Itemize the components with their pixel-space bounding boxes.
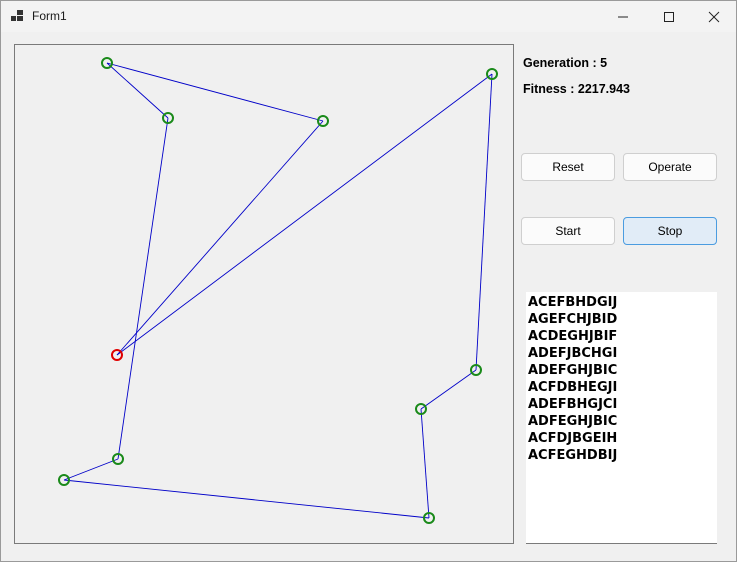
route-segment xyxy=(63,479,430,519)
maximize-icon xyxy=(664,11,674,22)
minimize-button[interactable] xyxy=(600,1,646,32)
generation-label: Generation : 5 xyxy=(523,56,608,70)
route-segment xyxy=(475,73,493,371)
population-item[interactable]: ACEFBHDGIJ xyxy=(526,294,717,311)
operate-button[interactable]: Operate xyxy=(623,153,717,181)
population-item[interactable]: ADEFJBCHGI xyxy=(526,345,717,362)
population-item[interactable]: ADFEGHJBIC xyxy=(526,413,717,430)
maximize-button[interactable] xyxy=(646,1,692,32)
close-button[interactable] xyxy=(691,1,737,32)
fitness-label: Fitness : 2217.943 xyxy=(523,82,631,96)
population-item[interactable]: ADEFGHJBIC xyxy=(526,362,717,379)
route-canvas xyxy=(14,44,514,544)
population-item[interactable]: ACFDBHEGJI xyxy=(526,379,717,396)
population-item[interactable]: ACFDJBGEIH xyxy=(526,430,717,447)
app-icon xyxy=(11,10,23,21)
window-title: Form1 xyxy=(32,9,67,23)
population-item[interactable]: ACFEGHDBIJ xyxy=(526,447,717,464)
population-item[interactable]: AGEFCHJBID xyxy=(526,311,717,328)
stop-button[interactable]: Stop xyxy=(623,217,717,245)
population-item[interactable]: ACDEGHJBIF xyxy=(526,328,717,345)
route-plot xyxy=(58,57,498,524)
route-segment xyxy=(420,408,430,519)
route-segment xyxy=(63,458,119,481)
route-segment xyxy=(420,369,477,410)
minimize-icon xyxy=(618,16,628,17)
close-icon xyxy=(708,11,720,22)
population-listbox[interactable]: ACEFBHDGIJ AGEFCHJBID ACDEGHJBIF ADEFJBCHGI… xyxy=(526,292,717,544)
main-window: Form1 Generation : 5 Fitness : 2217.943 … xyxy=(0,0,737,562)
population-item[interactable]: ADEFBHGJCI xyxy=(526,396,717,413)
reset-button[interactable]: Reset xyxy=(521,153,615,181)
start-button[interactable]: Start xyxy=(521,217,615,245)
route-segment xyxy=(117,117,169,460)
title-bar[interactable]: Form1 xyxy=(1,1,736,32)
route-segment xyxy=(116,120,324,356)
